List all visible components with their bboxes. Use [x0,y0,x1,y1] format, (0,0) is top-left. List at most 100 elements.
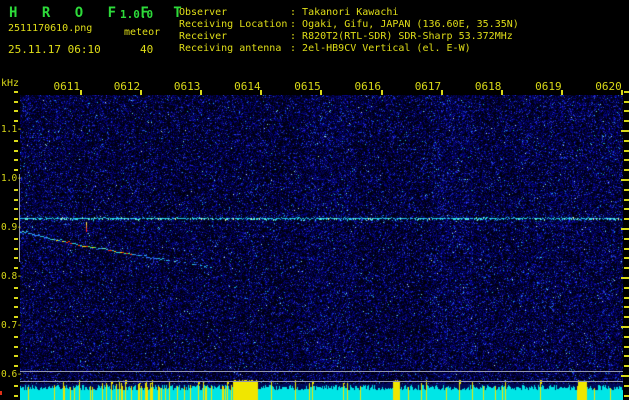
freq-minor-tick-right [624,346,629,348]
freq-minor-tick-left [14,385,18,387]
amp-baseline-mark [0,391,2,395]
freq-minor-tick-right [624,257,629,259]
freq-major-tick-right [621,179,629,181]
freq-minor-tick-right [624,238,629,240]
freq-minor-tick-right [624,267,629,269]
time-tick [501,90,503,95]
freq-minor-tick-right [624,150,629,152]
freq-minor-tick-right [624,395,629,397]
freq-minor-tick-right [624,199,629,201]
time-tick-label: 0616 [354,80,382,93]
time-tick [80,90,82,95]
info-row: Receiver: R820T2(RTL-SDR) SDR-Sharp 53.3… [179,31,519,43]
freq-minor-tick-left [14,101,18,103]
freq-minor-tick-left [14,316,18,318]
freq-minor-tick-right [624,120,629,122]
reference-line-lower [20,381,623,382]
freq-tick-label: 1.0- [1,173,22,184]
freq-major-tick-right [621,277,629,279]
freq-minor-tick-right [624,306,629,308]
info-value: 2el-HB9CV Vertical (el. E-W) [302,43,471,54]
output-filename: 2511170610.png [8,23,93,34]
freq-minor-tick-left [14,257,18,259]
time-tick-label: 0619 [535,80,562,93]
freq-minor-tick-left [14,287,18,289]
freq-minor-tick-left [14,110,18,112]
freq-minor-tick-left [14,306,18,308]
freq-minor-tick-left [14,395,18,397]
freq-minor-tick-right [624,189,629,191]
freq-minor-tick-right [624,218,629,220]
app-title: H R O F F T [9,5,190,21]
freq-minor-tick-left [14,91,18,93]
freq-minor-tick-left [14,159,18,161]
info-row: Receiving Location: Ogaki, Gifu, JAPAN (… [179,19,519,31]
info-row: Receiving antenna: 2el-HB9CV Vertical (e… [179,43,519,55]
freq-major-tick-right [621,130,629,132]
info-row: Observer: Takanori Kawachi [179,7,519,19]
time-tick [561,90,563,95]
spectrogram-canvas [20,95,623,385]
freq-minor-tick-right [624,91,629,93]
station-info-table: Observer: Takanori Kawachi Receiving Loca… [179,7,519,55]
info-separator: : [290,31,303,42]
freq-minor-tick-left [14,267,18,269]
time-tick-label: 0611 [53,80,81,93]
freq-minor-tick-left [14,238,18,240]
freq-minor-tick-left [14,140,18,142]
time-tick [621,90,623,95]
freq-minor-tick-left [14,346,18,348]
freq-tick-label: 1.1- [1,124,22,135]
freq-minor-tick-right [624,385,629,387]
time-tick-label: 0613 [173,80,201,93]
freq-minor-tick-right [624,110,629,112]
freq-minor-tick-right [624,316,629,318]
freq-minor-tick-right [624,101,629,103]
time-tick-label: 0617 [414,80,442,93]
info-label: Receiver [179,31,228,42]
info-value: Ogaki, Gifu, JAPAN (136.60E, 35.35N) [302,19,519,30]
freq-tick-label: 0.7- [1,320,22,331]
amplitude-strip-canvas [20,375,623,400]
echo-count: 40 [140,43,154,56]
freq-minor-tick-left [14,120,18,122]
freq-minor-tick-left [14,199,18,201]
time-tick-label: 0620 [595,80,622,93]
time-tick [140,90,142,95]
reference-line-upper [20,371,623,372]
freq-axis-unit-label: kHz [1,78,20,89]
freq-major-tick-right [621,326,629,328]
observation-mode: meteor [124,27,161,38]
freq-minor-tick-right [624,248,629,250]
time-tick [260,90,262,95]
time-tick [381,90,383,95]
freq-minor-tick-right [624,297,629,299]
time-tick [441,90,443,95]
freq-minor-tick-left [14,365,18,367]
info-label: Observer [179,7,228,18]
freq-minor-tick-right [624,365,629,367]
info-separator: : [290,7,303,18]
freq-minor-tick-left [14,150,18,152]
freq-minor-tick-left [14,208,18,210]
info-separator: : [290,19,303,30]
freq-tick-label: 0.8- [1,271,22,282]
info-label: Receiving Location [179,19,288,30]
time-tick [320,90,322,95]
time-tick-label: 0614 [234,80,261,93]
freq-major-tick-right [621,228,629,230]
freq-minor-tick-right [624,287,629,289]
time-tick-label: 0615 [294,80,321,93]
freq-minor-tick-right [624,169,629,171]
freq-minor-tick-right [624,140,629,142]
hrofft-window: H R O F F T 1.0.0 2511170610.png meteor … [0,0,629,400]
freq-tick-label: 0.6- [1,369,22,380]
freq-minor-tick-left [14,248,18,250]
time-tick-label: 0612 [113,80,141,93]
freq-minor-tick-left [14,218,18,220]
freq-minor-tick-right [624,336,629,338]
info-value: Takanori Kawachi [302,7,399,18]
freq-minor-tick-right [624,355,629,357]
observation-datetime: 25.11.17 06:10 [8,43,101,56]
freq-minor-tick-left [14,355,18,357]
